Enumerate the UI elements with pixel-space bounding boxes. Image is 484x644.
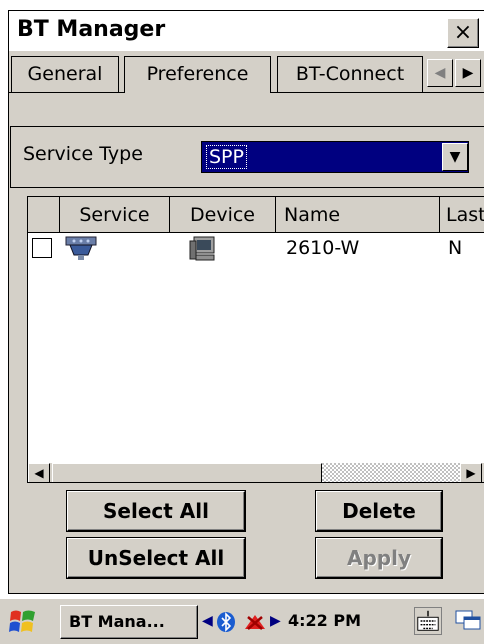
- service-type-group: Service Type SPP ▼: [10, 126, 484, 188]
- desktop-icon[interactable]: [454, 607, 484, 635]
- title-bar: BT Manager ×: [9, 11, 484, 51]
- scroll-left-button[interactable]: ◀: [28, 463, 50, 482]
- system-tray: ◀ ▶ 4:22 PM: [200, 605, 400, 639]
- row-checkbox[interactable]: [32, 238, 52, 258]
- scroll-right-button[interactable]: ▶: [460, 463, 482, 482]
- tab-scroll-right-button[interactable]: ▶: [455, 59, 481, 87]
- apply-button[interactable]: Apply: [316, 538, 442, 578]
- keyboard-icon[interactable]: [414, 607, 442, 635]
- row-last: N: [448, 237, 463, 259]
- device-list[interactable]: Service Device Name Last 2610-W N ◀ ▶: [27, 196, 484, 483]
- horizontal-scrollbar[interactable]: ◀ ▶: [28, 463, 484, 482]
- taskbar: BT Mana... ◀ ▶ 4:22 PM: [0, 598, 484, 644]
- tab-preference[interactable]: Preference: [124, 56, 271, 92]
- tab-general[interactable]: General: [11, 56, 119, 92]
- clock[interactable]: 4:22 PM: [288, 611, 361, 630]
- taskbar-bt-manager-button[interactable]: BT Mana...: [60, 605, 198, 639]
- service-type-label: Service Type: [23, 143, 143, 165]
- select-all-button[interactable]: Select All: [67, 491, 245, 531]
- delete-button[interactable]: Delete: [316, 491, 442, 531]
- start-icon[interactable]: [8, 607, 38, 637]
- network-icon[interactable]: [242, 611, 268, 633]
- column-header-check[interactable]: [28, 197, 60, 233]
- column-header-device[interactable]: Device: [170, 197, 276, 233]
- scrollbar-track[interactable]: [322, 463, 460, 482]
- column-header-service[interactable]: Service: [60, 197, 170, 233]
- tray-left-arrow-icon[interactable]: ◀: [202, 613, 213, 629]
- service-type-value: SPP: [206, 145, 247, 169]
- tab-bt-connect[interactable]: BT-Connect: [277, 56, 423, 92]
- computer-icon: [189, 236, 215, 261]
- column-header-last[interactable]: Last: [440, 197, 484, 233]
- tab-scroll-left-button[interactable]: ◀: [427, 59, 453, 87]
- service-type-select[interactable]: SPP ▼: [201, 141, 469, 173]
- bt-manager-window: BT Manager × General Preference BT-Conne…: [8, 10, 484, 594]
- active-tab-gap: [125, 92, 270, 93]
- window-title: BT Manager: [17, 17, 166, 42]
- scrollbar-thumb[interactable]: [52, 463, 322, 482]
- row-name: 2610-W: [286, 237, 360, 259]
- column-header-name[interactable]: Name: [276, 197, 440, 233]
- serial-port-icon: [65, 236, 97, 260]
- unselect-all-button[interactable]: UnSelect All: [67, 538, 245, 578]
- bluetooth-icon[interactable]: [216, 611, 236, 633]
- tray-right-arrow-icon[interactable]: ▶: [270, 613, 281, 629]
- close-button[interactable]: ×: [447, 18, 479, 48]
- list-item[interactable]: 2610-W N: [28, 235, 484, 263]
- dropdown-arrow-icon[interactable]: ▼: [442, 143, 468, 171]
